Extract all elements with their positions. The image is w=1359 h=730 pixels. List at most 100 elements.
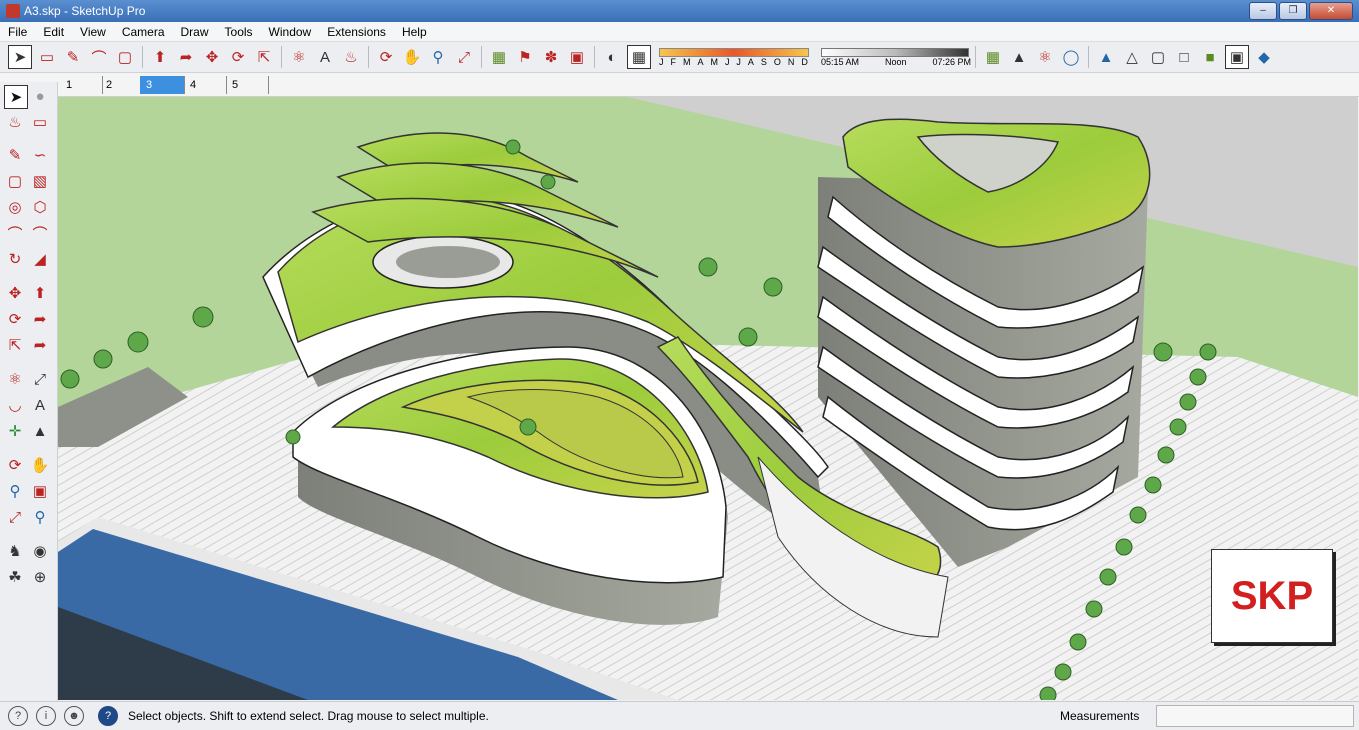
scale-icon[interactable]: ⇱ — [253, 46, 275, 68]
zoom-window-icon[interactable]: ▣ — [29, 480, 51, 502]
move-icon[interactable]: ✥ — [4, 282, 26, 304]
geolocation-status-icon[interactable]: ? — [8, 706, 28, 726]
minimize-button[interactable]: – — [1249, 2, 1277, 20]
scale-icon[interactable]: ⇱ — [4, 334, 26, 356]
pie-icon[interactable]: ◢ — [29, 248, 51, 270]
title-bar: A3.skp - SketchUp Pro – ❐ ✕ — [0, 0, 1359, 22]
warehouse-icon[interactable]: ▦ — [982, 46, 1004, 68]
share-model-icon[interactable]: ▲ — [1008, 46, 1030, 68]
select-icon[interactable]: ➤ — [4, 85, 28, 109]
back-edges-style-icon[interactable]: △ — [1121, 46, 1143, 68]
credits-info-icon[interactable]: i — [36, 706, 56, 726]
three-point-arc-icon[interactable]: ↻ — [4, 248, 26, 270]
wireframe-style-icon[interactable]: ▢ — [1147, 46, 1169, 68]
pan-icon[interactable]: ✋ — [29, 454, 51, 476]
freehand-icon[interactable]: ∽ — [29, 144, 51, 166]
tape-measure-icon[interactable]: ⚛ — [4, 368, 26, 390]
pencil-icon[interactable]: ✎ — [62, 46, 84, 68]
tab-scene-2[interactable]: 2 — [100, 76, 143, 94]
tab-scene-3[interactable]: 3 — [140, 76, 185, 94]
model-viewport[interactable]: SKP — [58, 97, 1358, 700]
orbit-icon[interactable]: ⟳ — [375, 46, 397, 68]
rectangle-icon[interactable]: ▢ — [4, 170, 26, 192]
add-location-icon[interactable]: ⚑ — [514, 46, 536, 68]
menu-extensions[interactable]: Extensions — [319, 25, 394, 39]
month-bar[interactable] — [659, 47, 809, 57]
look-around-icon[interactable]: ◉ — [29, 540, 51, 562]
3d-text-icon[interactable]: ▲ — [29, 420, 51, 442]
close-button[interactable]: ✕ — [1309, 2, 1353, 20]
menu-edit[interactable]: Edit — [35, 25, 72, 39]
text-icon[interactable]: A — [314, 46, 336, 68]
shadow-date-slider[interactable]: J F M A M J J A S O N D — [659, 47, 809, 67]
zoom-extents-icon[interactable]: ⤢ — [453, 46, 475, 68]
zoom-extents-icon[interactable]: ⤢ — [4, 506, 26, 528]
zoom-icon[interactable]: ⚲ — [427, 46, 449, 68]
time-bar[interactable] — [821, 47, 969, 57]
move-icon[interactable]: ✥ — [201, 46, 223, 68]
protractor-icon[interactable]: ◡ — [4, 394, 26, 416]
fog-icon[interactable]: ▦ — [627, 45, 651, 69]
select-icon[interactable]: ➤ — [8, 45, 32, 69]
line-icon[interactable]: ✎ — [4, 144, 26, 166]
hidden-line-style-icon[interactable]: □ — [1173, 46, 1195, 68]
measurements-input[interactable] — [1156, 705, 1354, 727]
menu-file[interactable]: File — [0, 25, 35, 39]
tape-measure-icon[interactable]: ⚛ — [288, 46, 310, 68]
menu-view[interactable]: View — [72, 25, 114, 39]
walk-icon[interactable]: ☘ — [4, 566, 26, 588]
menu-window[interactable]: Window — [261, 25, 320, 39]
rotated-rectangle-icon[interactable]: ▧ — [29, 170, 51, 192]
push-pull-icon[interactable]: ⬆ — [29, 282, 51, 304]
two-point-arc-icon[interactable]: ⌒ — [29, 222, 51, 244]
shadow-time-slider[interactable]: 05:15 AM Noon 07:26 PM — [821, 47, 971, 67]
menu-draw[interactable]: Draw — [173, 25, 217, 39]
monochrome-style-icon[interactable]: ◆ — [1253, 46, 1275, 68]
follow-me-icon[interactable]: ➦ — [29, 308, 51, 330]
circle-icon[interactable]: ◎ — [4, 196, 26, 218]
push-pull-icon[interactable]: ⬆ — [149, 46, 171, 68]
polygon-icon[interactable]: ⬡ — [29, 196, 51, 218]
menu-tools[interactable]: Tools — [217, 25, 261, 39]
paint-bucket-icon[interactable]: ♨ — [340, 46, 362, 68]
dimension-icon[interactable]: ⤢ — [29, 368, 51, 390]
maximize-button[interactable]: ❐ — [1279, 2, 1307, 20]
axes-icon[interactable]: ✛ — [4, 420, 26, 442]
orbit-icon[interactable]: ⟳ — [4, 454, 26, 476]
help-icon[interactable]: ? — [98, 706, 118, 726]
eraser-icon[interactable]: ▭ — [36, 46, 58, 68]
rotate-icon[interactable]: ⟳ — [4, 308, 26, 330]
position-camera-icon[interactable]: ♞ — [4, 540, 26, 562]
previous-view-icon[interactable]: ⚲ — [29, 506, 51, 528]
offset-icon[interactable]: ➦ — [29, 334, 51, 356]
follow-me-icon[interactable]: ➦ — [175, 46, 197, 68]
zoom-icon[interactable]: ⚲ — [4, 480, 26, 502]
extension-warehouse-icon[interactable]: ⚛ — [1034, 46, 1056, 68]
xray-style-icon[interactable]: ▲ — [1095, 46, 1117, 68]
tab-scene-1[interactable]: 1 — [60, 76, 103, 94]
shadows-icon[interactable]: ◐ — [601, 46, 623, 68]
sketchup-logo-icon — [6, 4, 20, 18]
rectangle-icon[interactable]: ▢ — [114, 46, 136, 68]
eraser-icon[interactable]: ▭ — [29, 111, 51, 133]
text-icon[interactable]: A — [29, 394, 51, 416]
components-icon[interactable]: ▦ — [488, 46, 510, 68]
arc-icon[interactable]: ⌒ — [4, 222, 26, 244]
tab-scene-5[interactable]: 5 — [226, 76, 269, 94]
arc-icon[interactable]: ⌒ — [88, 46, 110, 68]
geolocation-icon[interactable]: ✽ — [540, 46, 562, 68]
earth-icon[interactable]: ◯ — [1060, 46, 1082, 68]
shaded-style-icon[interactable]: ■ — [1199, 46, 1221, 68]
shaded-textures-style-icon[interactable]: ▣ — [1225, 45, 1249, 69]
user-account-icon[interactable]: ☻ — [64, 706, 84, 726]
paint-bucket-icon[interactable]: ♨ — [4, 111, 26, 133]
photo-texture-icon[interactable]: ▣ — [566, 46, 588, 68]
menu-help[interactable]: Help — [394, 25, 435, 39]
model-scene[interactable] — [58, 97, 1358, 700]
rotate-icon[interactable]: ⟳ — [227, 46, 249, 68]
section-plane-icon[interactable]: ⊕ — [29, 566, 51, 588]
menu-camera[interactable]: Camera — [114, 25, 173, 39]
pan-icon[interactable]: ✋ — [401, 46, 423, 68]
make-component-icon[interactable]: ● — [29, 85, 51, 107]
tab-scene-4[interactable]: 4 — [184, 76, 227, 94]
